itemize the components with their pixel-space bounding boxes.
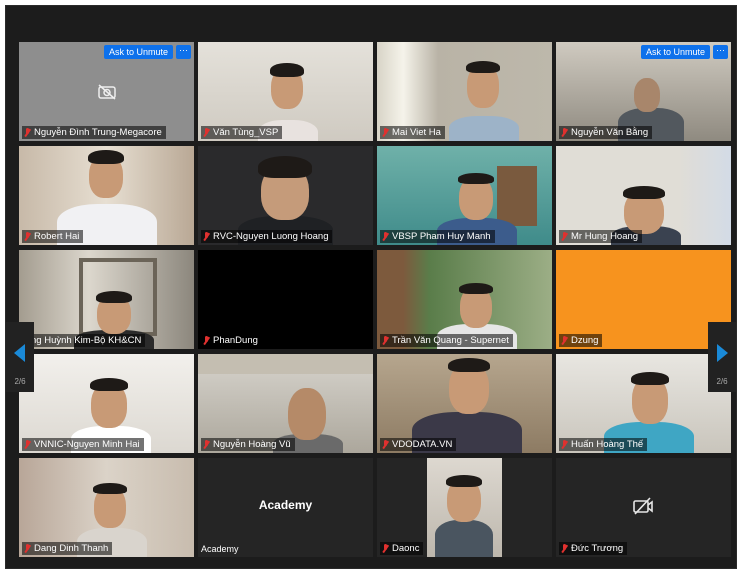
participant-tile[interactable]: Ask to Unmute ··· Nguyễn Đình Trung-Mega… (19, 42, 194, 141)
participant-tile[interactable]: Đức Trương (556, 458, 731, 557)
participant-name-label: Daonc (380, 542, 424, 555)
participant-name-label: Mr Hung Hoang (559, 230, 643, 243)
participant-name-label: Đức Trương (559, 542, 628, 555)
muted-mic-icon (382, 440, 389, 449)
participant-tile[interactable]: Trần Văn Quang - Supernet (377, 250, 552, 349)
participant-name-label: Robert Hai (22, 230, 84, 243)
participant-name-label: ng Huỳnh Kim-Bộ KH&CN (19, 334, 146, 347)
participant-tile[interactable]: Mr Hung Hoang (556, 146, 731, 245)
muted-mic-icon (24, 440, 31, 449)
participant-tile[interactable]: VBSP Pham Huy Manh (377, 146, 552, 245)
participant-tile[interactable]: Dang Dinh Thanh (19, 458, 194, 557)
participant-name-label: VDODATA.VN (380, 438, 457, 451)
page-indicator: 2/6 (14, 377, 26, 386)
muted-mic-icon (24, 232, 31, 241)
participant-name-label: Trần Văn Quang - Supernet (380, 334, 513, 347)
muted-mic-icon (203, 440, 210, 449)
participant-name-label: Nguyễn Văn Bằng (559, 126, 653, 139)
participant-name-label: Nguyễn Đình Trung-Megacore (22, 126, 166, 139)
muted-mic-icon (24, 128, 31, 137)
participant-tile[interactable]: Nguyễn Hoàng Vũ (198, 354, 373, 453)
participant-video (427, 458, 502, 557)
muted-mic-icon (561, 440, 568, 449)
participant-tile[interactable]: Academy Academy (198, 458, 373, 557)
participant-name-label: Dang Dinh Thanh (22, 542, 113, 555)
previous-page-button[interactable]: 2/6 (6, 322, 34, 392)
participant-gallery: Ask to Unmute ··· Nguyễn Đình Trung-Mega… (19, 42, 731, 562)
muted-mic-icon (382, 232, 389, 241)
muted-mic-icon (203, 232, 210, 241)
participant-name-label: RVC-Nguyen Luong Hoang (201, 230, 333, 243)
muted-mic-icon (561, 232, 568, 241)
participant-name-label: Mai Viet Ha (380, 126, 445, 139)
camera-off-icon (98, 84, 116, 100)
ask-to-unmute-button[interactable]: Ask to Unmute (103, 45, 173, 59)
video-off-icon (633, 497, 653, 515)
participant-tile[interactable]: Ask to Unmute ··· Nguyễn Văn Bằng (556, 42, 731, 141)
participant-tile[interactable]: Mai Viet Ha (377, 42, 552, 141)
participant-video (449, 116, 519, 141)
participant-display-name: Academy (258, 498, 313, 512)
chevron-right-icon (717, 344, 728, 362)
muted-mic-icon (203, 336, 210, 345)
participant-name-label: VBSP Pham Huy Manh (380, 230, 495, 243)
muted-mic-icon (24, 544, 31, 553)
muted-mic-icon (382, 544, 389, 553)
participant-name-label: PhanDung (201, 334, 262, 347)
participant-name-label: Academy (201, 544, 239, 554)
participant-tile[interactable]: Dzung (556, 250, 731, 349)
muted-mic-icon (561, 128, 568, 137)
muted-mic-icon (561, 336, 568, 345)
participant-tile[interactable]: VNNIC-Nguyen Minh Hai (19, 354, 194, 453)
participant-tile[interactable]: Văn Tùng_VSP (198, 42, 373, 141)
muted-mic-icon (561, 544, 568, 553)
more-options-button[interactable]: ··· (176, 45, 191, 59)
participant-name-label: Huấn Hoàng Thế (559, 438, 648, 451)
muted-mic-icon (382, 128, 389, 137)
participant-name-label: Văn Tùng_VSP (201, 126, 283, 139)
participant-name-label: Nguyễn Hoàng Vũ (201, 438, 295, 451)
participant-name-label: Dzung (559, 334, 603, 347)
more-options-button[interactable]: ··· (713, 45, 728, 59)
participant-tile[interactable]: VDODATA.VN (377, 354, 552, 453)
participant-tile[interactable]: RVC-Nguyen Luong Hoang (198, 146, 373, 245)
meeting-window: Ask to Unmute ··· Nguyễn Đình Trung-Mega… (5, 5, 737, 569)
muted-mic-icon (203, 128, 210, 137)
chevron-left-icon (14, 344, 25, 362)
page-indicator: 2/6 (716, 377, 728, 386)
participant-name-label: VNNIC-Nguyen Minh Hai (22, 438, 144, 451)
ask-to-unmute-button[interactable]: Ask to Unmute (640, 45, 710, 59)
participant-tile[interactable]: Huấn Hoàng Thế (556, 354, 731, 453)
participant-tile[interactable]: ng Huỳnh Kim-Bộ KH&CN (19, 250, 194, 349)
participant-tile[interactable]: Robert Hai (19, 146, 194, 245)
next-page-button[interactable]: 2/6 (708, 322, 736, 392)
participant-tile[interactable]: Daonc (377, 458, 552, 557)
participant-tile[interactable]: PhanDung (198, 250, 373, 349)
muted-mic-icon (382, 336, 389, 345)
